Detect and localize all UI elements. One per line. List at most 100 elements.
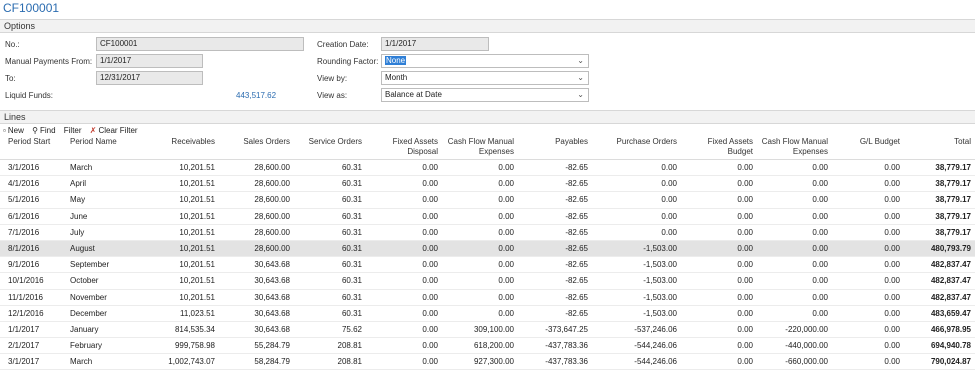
options-section-header[interactable]: Options xyxy=(0,19,975,33)
column-header[interactable]: Total xyxy=(904,137,975,160)
table-cell: 5/1/2016 xyxy=(0,191,62,209)
view-as-value: Balance at Date xyxy=(385,90,442,99)
table-cell: -82.65 xyxy=(518,191,592,209)
table-cell: 0.00 xyxy=(366,240,442,258)
column-header[interactable]: Period Start xyxy=(0,137,62,160)
table-cell: 0.00 xyxy=(681,175,757,193)
table-cell: 10,201.51 xyxy=(147,256,219,274)
liquid-funds-link[interactable]: 443,517.62 xyxy=(236,91,276,100)
table-cell: 28,600.00 xyxy=(219,240,294,258)
table-row[interactable]: 5/1/2016 May 10,201.51 28,600.00 60.31 0.00 0.… xyxy=(0,191,975,209)
table-row[interactable]: 2/1/2017 February 999,758.98 55,284.79 208.8… xyxy=(0,337,975,355)
table-cell: 8/1/2016 xyxy=(0,240,62,258)
table-cell: May xyxy=(62,191,147,209)
column-header[interactable]: G/L Budget xyxy=(832,137,904,160)
clear-filter-button[interactable]: ✗ Clear Filter xyxy=(90,126,138,135)
table-cell: 58,284.79 xyxy=(219,353,294,371)
table-cell: 0.00 xyxy=(442,240,518,258)
table-cell: 0.00 xyxy=(681,321,757,339)
table-row[interactable]: 3/1/2016 March 10,201.51 28,600.00 60.31 0.00… xyxy=(0,159,975,177)
view-as-select[interactable]: Balance at Date ⌄ xyxy=(381,88,589,102)
lines-section-header[interactable]: Lines xyxy=(0,110,975,124)
payments-from-field[interactable]: 1/1/2017 xyxy=(96,54,203,68)
table-cell: 28,600.00 xyxy=(219,191,294,209)
table-cell: 0.00 xyxy=(442,256,518,274)
table-cell: 790,024.87 xyxy=(904,353,975,371)
table-cell: 0.00 xyxy=(442,191,518,209)
column-header[interactable]: Cash Flow Manual Expenses xyxy=(442,137,518,160)
rounding-factor-select[interactable]: None ⌄ xyxy=(381,54,589,68)
new-button[interactable]: ▫ New xyxy=(3,126,24,135)
table-row[interactable]: 4/1/2016 April 10,201.51 28,600.00 60.31 0.00… xyxy=(0,175,975,193)
table-cell: November xyxy=(62,289,147,306)
view-by-select[interactable]: Month ⌄ xyxy=(381,71,589,85)
table-cell: 0.00 xyxy=(366,289,442,306)
table-row[interactable]: 12/1/2016 December 11,023.51 30,643.68 60.31… xyxy=(0,305,975,322)
column-header[interactable]: Payables xyxy=(518,137,592,160)
new-label: New xyxy=(7,126,24,135)
table-cell: 0.00 xyxy=(592,191,681,209)
table-cell: 480,793.79 xyxy=(904,240,975,258)
table-row[interactable]: 10/1/2016 October 10,201.51 30,643.68 60.31 0… xyxy=(0,272,975,290)
table-cell: 0.00 xyxy=(681,256,757,274)
table-cell: 60.31 xyxy=(294,305,366,322)
table-cell: 482,837.47 xyxy=(904,289,975,306)
view-by-value: Month xyxy=(385,73,408,82)
table-row[interactable]: 8/1/2016 August 10,201.51 28,600.00 60.31 0.0… xyxy=(0,240,975,258)
table-cell: 28,600.00 xyxy=(219,208,294,225)
table-cell: -1,503.00 xyxy=(592,272,681,290)
table-cell: 0.00 xyxy=(757,208,832,225)
table-row[interactable]: 9/1/2016 September 10,201.51 30,643.68 60.31… xyxy=(0,256,975,274)
table-cell: February xyxy=(62,337,147,355)
table-cell: 309,100.00 xyxy=(442,321,518,339)
table-cell: 618,200.00 xyxy=(442,337,518,355)
table-cell: 0.00 xyxy=(832,175,904,193)
table-cell: 30,643.68 xyxy=(219,289,294,306)
table-cell: 0.00 xyxy=(442,289,518,306)
table-cell: 28,600.00 xyxy=(219,159,294,177)
column-header[interactable]: Cash Flow Manual Expenses xyxy=(757,137,832,160)
table-cell: -82.65 xyxy=(518,289,592,306)
table-cell: 9/1/2016 xyxy=(0,256,62,274)
find-button[interactable]: ⚲ Find xyxy=(32,126,55,135)
column-header[interactable]: Fixed Assets Disposal xyxy=(366,137,442,160)
table-cell: 0.00 xyxy=(757,305,832,322)
table-row[interactable]: 3/1/2017 March 1,002,743.07 58,284.79 208.81… xyxy=(0,353,975,371)
column-header[interactable]: Period Name xyxy=(62,137,147,160)
table-row[interactable]: 7/1/2016 July 10,201.51 28,600.00 60.31 0.00 0… xyxy=(0,224,975,241)
table-cell: 0.00 xyxy=(681,305,757,322)
column-header[interactable]: Service Orders xyxy=(294,137,366,160)
table-cell: 3/1/2017 xyxy=(0,353,62,371)
table-row[interactable]: 6/1/2016 June 10,201.51 28,600.00 60.31 0.00 0… xyxy=(0,208,975,225)
table-row[interactable]: 11/1/2016 November 10,201.51 30,643.68 60.31… xyxy=(0,289,975,306)
table-cell: 10,201.51 xyxy=(147,272,219,290)
table-cell: 38,779.17 xyxy=(904,208,975,225)
table-cell: 0.00 xyxy=(681,224,757,241)
column-header[interactable]: Fixed Assets Budget xyxy=(681,137,757,160)
table-cell: 0.00 xyxy=(832,337,904,355)
creation-date-field[interactable]: 1/1/2017 xyxy=(381,37,489,51)
filter-button[interactable]: Filter xyxy=(64,126,82,135)
table-cell: 208.81 xyxy=(294,353,366,371)
table-cell: 482,837.47 xyxy=(904,256,975,274)
table-cell: 0.00 xyxy=(366,305,442,322)
table-cell: 10,201.51 xyxy=(147,191,219,209)
table-cell: 0.00 xyxy=(832,353,904,371)
table-cell: 60.31 xyxy=(294,175,366,193)
table-row[interactable]: 1/1/2017 January 814,535.34 30,643.68 75.62 0… xyxy=(0,321,975,339)
table-cell: 0.00 xyxy=(757,256,832,274)
liquid-funds-label: Liquid Funds: xyxy=(5,91,54,100)
table-cell: 10/1/2016 xyxy=(0,272,62,290)
column-header[interactable]: Purchase Orders xyxy=(592,137,681,160)
table-cell: 0.00 xyxy=(832,256,904,274)
table-cell: 0.00 xyxy=(832,208,904,225)
table-cell: 11,023.51 xyxy=(147,305,219,322)
table-cell: 10,201.51 xyxy=(147,208,219,225)
rounding-factor-value: None xyxy=(385,56,407,65)
no-field[interactable]: CF100001 xyxy=(96,37,304,51)
to-field[interactable]: 12/31/2017 xyxy=(96,71,203,85)
table-cell: 0.00 xyxy=(592,224,681,241)
column-header[interactable]: Receivables xyxy=(147,137,219,160)
table-cell: 0.00 xyxy=(681,240,757,258)
column-header[interactable]: Sales Orders xyxy=(219,137,294,160)
